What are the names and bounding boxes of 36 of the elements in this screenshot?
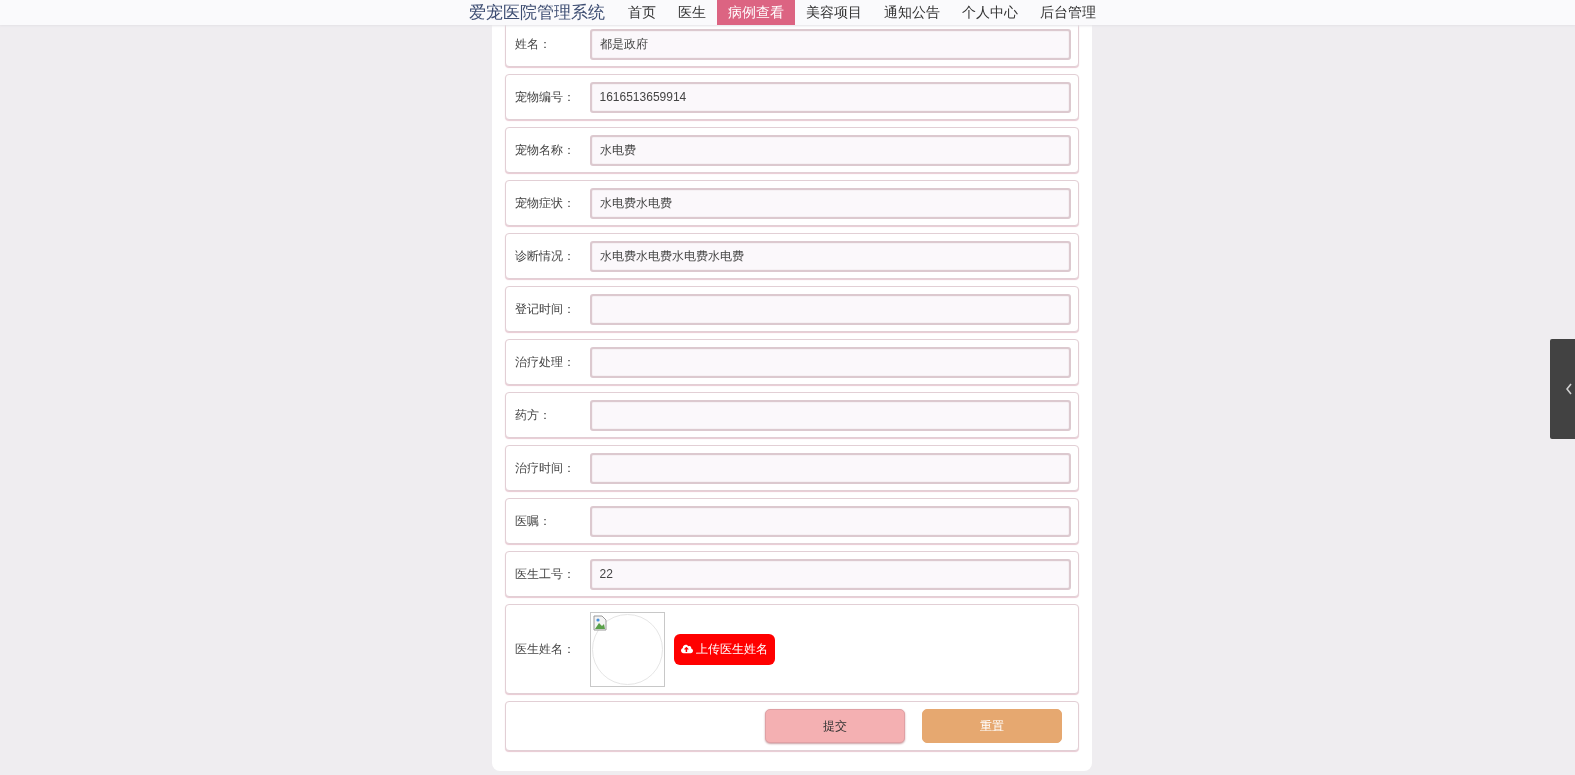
field-label: 宠物症状： [514,195,576,212]
site-title: 爱宠医院管理系统 [468,1,605,24]
chevron-left-icon [1566,383,1572,395]
input-field[interactable]: 水电费水电费 [589,187,1071,219]
input-field[interactable] [589,505,1071,537]
input-field[interactable] [589,293,1071,325]
field-label: 姓名： [514,36,552,53]
input-field[interactable] [589,452,1071,484]
broken-image-icon [592,614,607,631]
input-field[interactable]: 水电费水电费水电费水电费 [589,240,1071,272]
upload-button[interactable]: 上传医生姓名 [673,633,775,665]
field-label: 宠物名称： [514,142,576,159]
field-label: 诊断情况： [514,248,576,265]
field-label: 治疗时间： [514,460,576,477]
input-field[interactable]: 都是政府 [589,28,1071,60]
nav-item[interactable]: 医生 [666,0,717,25]
input-field[interactable]: 水电费 [589,134,1071,166]
field-label: 宠物编号： [514,89,576,106]
submit-button[interactable]: 提交 [764,709,905,743]
field-label: 医生姓名： [514,641,576,658]
nav-item[interactable]: 美容项目 [794,0,873,25]
input-field[interactable]: 22 [589,558,1071,590]
nav-item[interactable]: 首页 [616,0,667,25]
cloud-upload-icon [680,643,693,655]
input-field[interactable]: 1616513659914 [589,81,1071,113]
nav-item[interactable]: 后台管理 [1028,0,1107,25]
field-label: 医生工号： [514,566,576,583]
input-field[interactable] [589,399,1071,431]
field-label: 药方： [514,407,552,424]
field-label: 医嘱： [514,513,552,530]
side-panel-tab[interactable] [1550,339,1575,439]
field-label: 治疗处理： [514,354,576,371]
nav-item[interactable]: 个人中心 [950,0,1029,25]
nav-item[interactable]: 通知公告 [872,0,951,25]
input-field[interactable] [589,346,1071,378]
field-label: 登记时间： [514,301,576,318]
